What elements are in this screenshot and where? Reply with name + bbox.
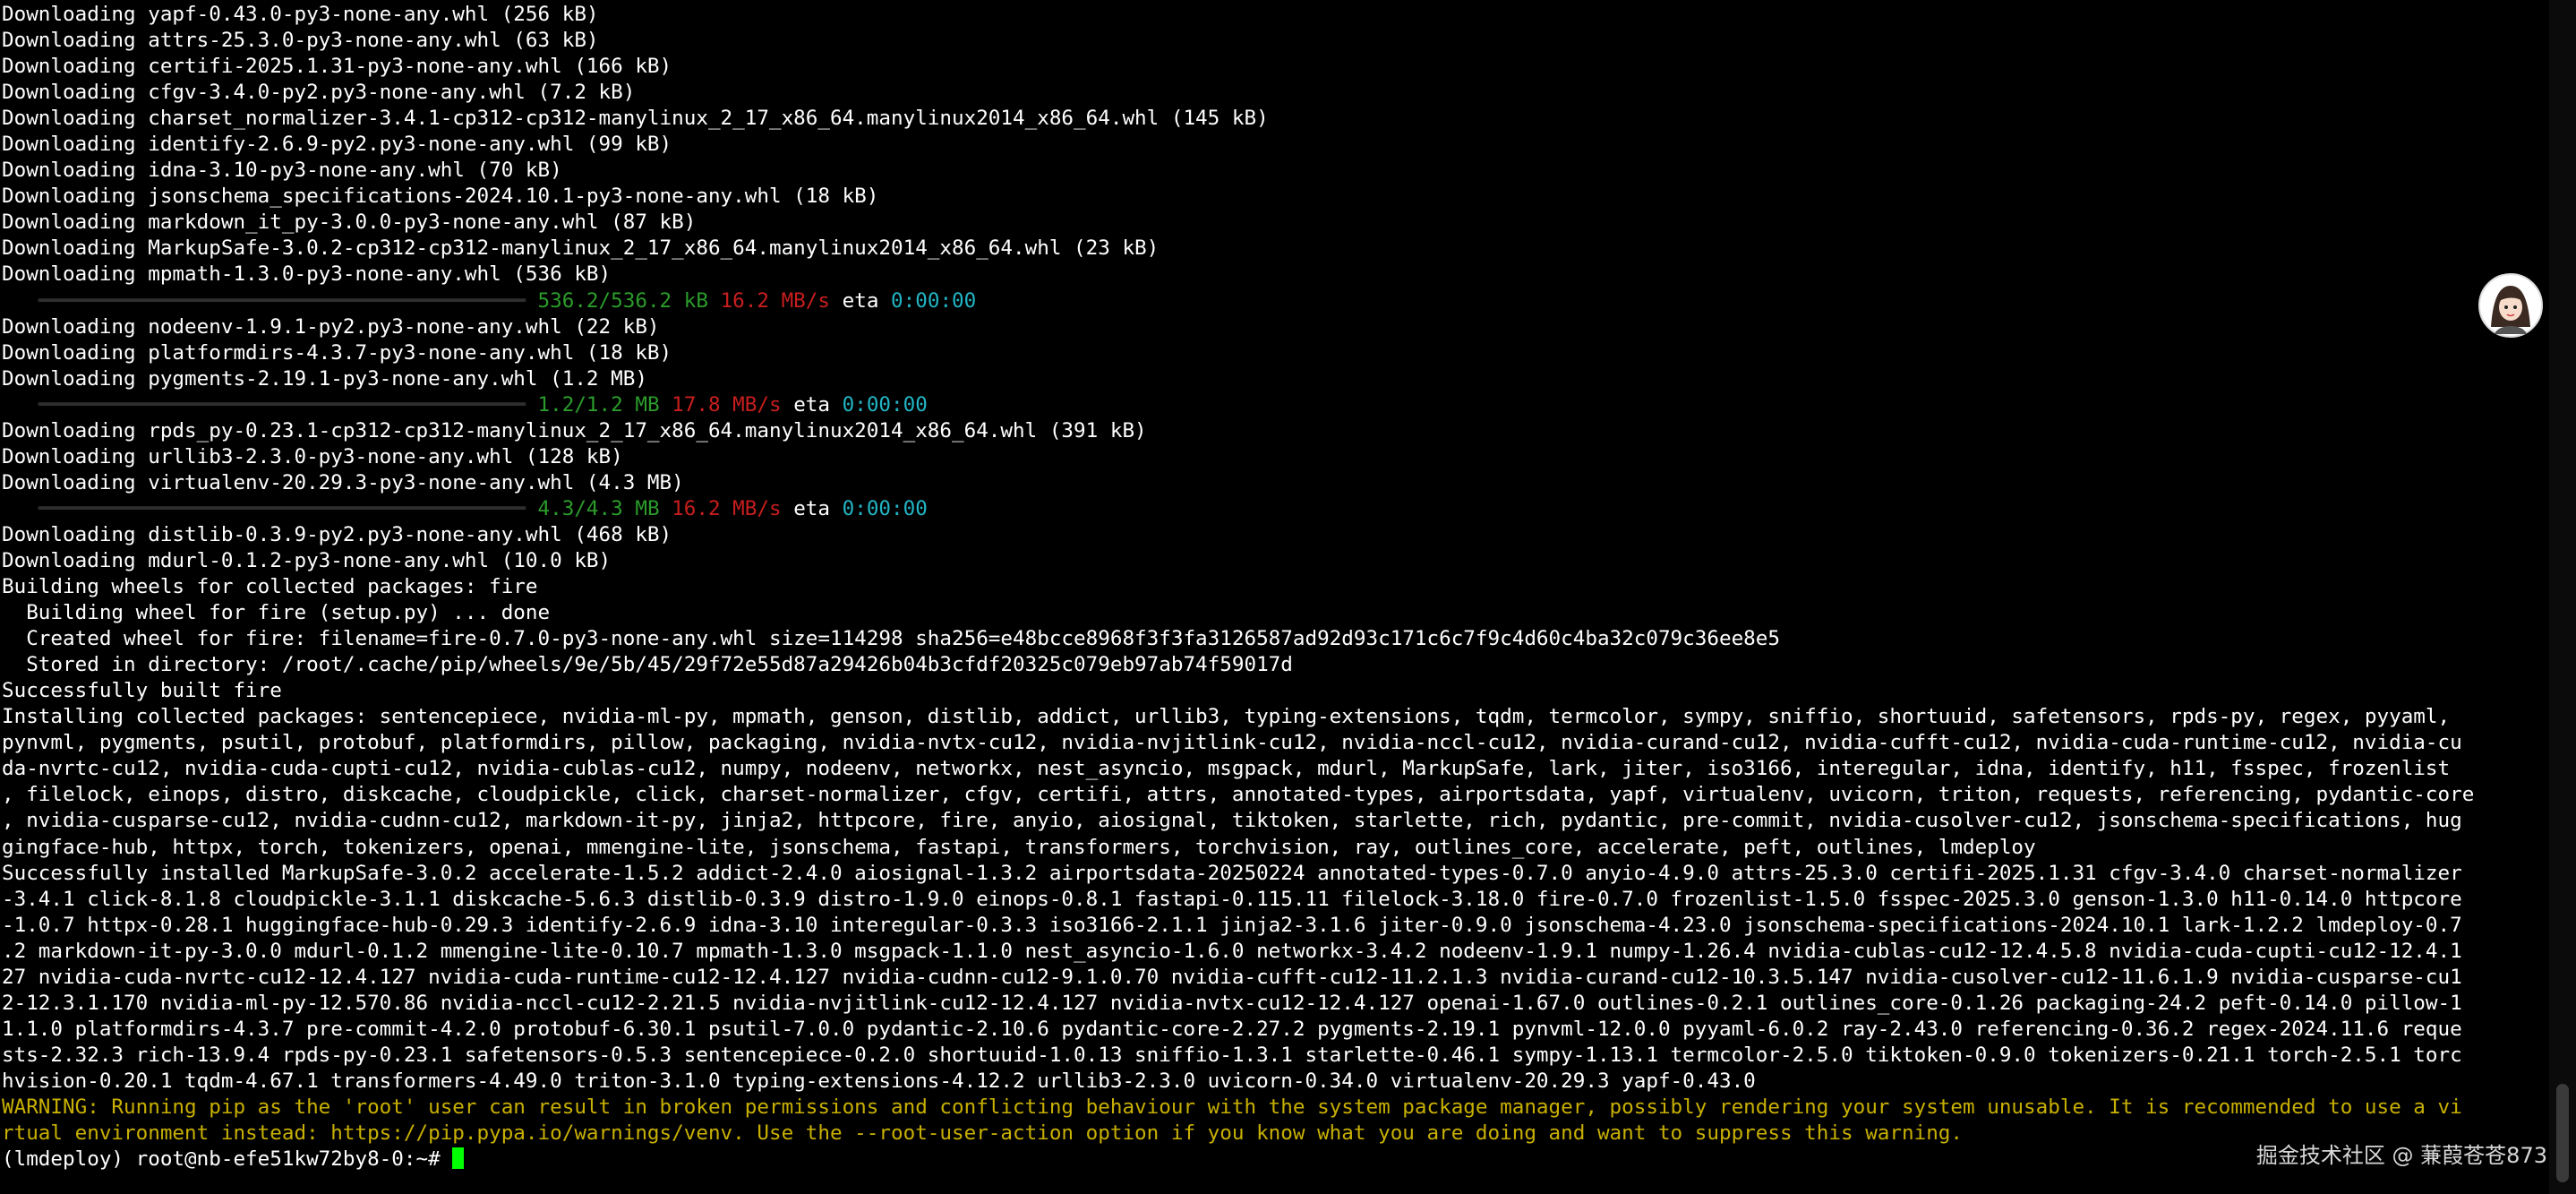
progress-rate: 17.8 MB/s (672, 392, 782, 417)
terminal-line: Downloading charset_normalizer-3.4.1-cp3… (2, 107, 1269, 131)
terminal-line: Downloading idna-3.10-py3-none-any.whl (… (2, 159, 562, 183)
progress-bar: ━━━━━━━━━━━━━━━━━━━━━━━━━━━━━━━━━━━━━━━━ (2, 288, 538, 313)
progress-line: ━━━━━━━━━━━━━━━━━━━━━━━━━━━━━━━━━━━━━━━━… (2, 392, 2545, 418)
terminal-line: Downloading certifi-2025.1.31-py3-none-a… (2, 55, 672, 79)
terminal-line: hvision-0.20.1 tqdm-4.67.1 transformers-… (2, 1069, 1756, 1093)
terminal-output[interactable]: Downloading yapf-0.43.0-py3-none-any.whl… (2, 2, 2545, 1191)
terminal-line: Successfully installed MarkupSafe-3.0.2 … (2, 861, 2462, 885)
progress-line: ━━━━━━━━━━━━━━━━━━━━━━━━━━━━━━━━━━━━━━━━… (2, 496, 2545, 522)
terminal-line: Building wheel for fire (setup.py) ... d… (2, 601, 551, 625)
terminal-line: -3.4.1 click-8.1.8 cloudpickle-3.1.1 dis… (2, 887, 2462, 911)
progress-amount: 4.3/4.3 MB (537, 496, 660, 520)
terminal-line: 1.1.0 platformdirs-4.3.7 pre-commit-4.2.… (2, 1017, 2462, 1041)
terminal-line: Downloading MarkupSafe-3.0.2-cp312-cp312… (2, 236, 1160, 261)
terminal-line: , filelock, einops, distro, diskcache, c… (2, 783, 2475, 807)
terminal-line: Successfully built fire (2, 679, 282, 703)
progress-eta-label: eta (793, 392, 831, 417)
progress-line: ━━━━━━━━━━━━━━━━━━━━━━━━━━━━━━━━━━━━━━━━… (2, 288, 2545, 314)
terminal-line: Downloading attrs-25.3.0-py3-none-any.wh… (2, 29, 599, 53)
terminal-line: Downloading pygments-2.19.1-py3-none-any… (2, 366, 647, 391)
terminal-line: pynvml, pygments, psutil, protobuf, plat… (2, 731, 2462, 755)
terminal-line: Downloading virtualenv-20.29.3-py3-none-… (2, 470, 684, 494)
terminal-line: gingface-hub, httpx, torch, tokenizers, … (2, 835, 2036, 859)
terminal-line: Downloading identify-2.6.9-py2.py3-none-… (2, 133, 672, 157)
terminal-line: Installing collected packages: sentencep… (2, 705, 2451, 729)
shell-prompt: (lmdeploy) root@nb-efe51kw72by8-0:~# (2, 1147, 453, 1172)
terminal-line: -1.0.7 httpx-0.28.1 huggingface-hub-0.29… (2, 913, 2462, 937)
progress-bar: ━━━━━━━━━━━━━━━━━━━━━━━━━━━━━━━━━━━━━━━━ (2, 392, 538, 417)
avatar[interactable] (2478, 273, 2543, 338)
terminal-line: Downloading mpmath-1.3.0-py3-none-any.wh… (2, 262, 612, 287)
terminal-line: Downloading distlib-0.3.9-py2.py3-none-a… (2, 522, 672, 546)
terminal-line: Downloading cfgv-3.4.0-py2.py3-none-any.… (2, 81, 636, 105)
terminal-line: Created wheel for fire: filename=fire-0.… (2, 627, 1780, 651)
avatar-icon (2481, 276, 2540, 335)
scrollbar-thumb[interactable] (2556, 1084, 2569, 1182)
progress-eta-label: eta (842, 288, 879, 313)
terminal-line: , nvidia-cusparse-cu12, nvidia-cudnn-cu1… (2, 809, 2462, 833)
terminal-line: Downloading markdown_it_py-3.0.0-py3-non… (2, 210, 697, 235)
terminal-line: 27 nvidia-cuda-nvrtc-cu12-12.4.127 nvidi… (2, 965, 2462, 989)
terminal-line: da-nvrtc-cu12, nvidia-cuda-cupti-cu12, n… (2, 757, 2451, 781)
terminal-line: Downloading yapf-0.43.0-py3-none-any.whl… (2, 3, 599, 26)
progress-rate: 16.2 MB/s (720, 288, 830, 313)
progress-eta-label: eta (793, 496, 831, 520)
terminal-line: Stored in directory: /root/.cache/pip/wh… (2, 653, 1293, 677)
progress-eta: 0:00:00 (842, 392, 928, 417)
terminal-line: Downloading mdurl-0.1.2-py3-none-any.whl… (2, 548, 612, 572)
watermark: 掘金技术社区 @ 蒹葭苍苍873 (2255, 1143, 2547, 1168)
progress-eta: 0:00:00 (842, 496, 928, 520)
scrollbar[interactable] (2549, 0, 2576, 1194)
terminal-line: Building wheels for collected packages: … (2, 575, 538, 599)
progress-rate: 16.2 MB/s (672, 496, 782, 520)
terminal-line: sts-2.32.3 rich-13.9.4 rpds-py-0.23.1 sa… (2, 1043, 2462, 1067)
text-cursor[interactable] (452, 1147, 465, 1170)
terminal-line: Downloading platformdirs-4.3.7-py3-none-… (2, 340, 672, 365)
terminal-line: Downloading nodeenv-1.9.1-py2.py3-none-a… (2, 314, 660, 339)
terminal-line: .2 markdown-it-py-3.0.0 mdurl-0.1.2 mmen… (2, 939, 2462, 963)
progress-amount: 1.2/1.2 MB (537, 392, 660, 417)
warning-line: WARNING: Running pip as the 'root' user … (2, 1095, 2462, 1119)
progress-eta: 0:00:00 (891, 288, 977, 313)
warning-line: rtual environment instead: https://pip.p… (2, 1121, 1964, 1146)
progress-bar: ━━━━━━━━━━━━━━━━━━━━━━━━━━━━━━━━━━━━━━━━ (2, 496, 538, 520)
progress-amount: 536.2/536.2 kB (537, 288, 708, 313)
terminal-line: 2-12.3.1.170 nvidia-ml-py-12.570.86 nvid… (2, 991, 2462, 1015)
prompt-line: (lmdeploy) root@nb-efe51kw72by8-0:~# (2, 1147, 2545, 1173)
terminal-line: Downloading urllib3-2.3.0-py3-none-any.w… (2, 444, 623, 468)
terminal-line: Downloading jsonschema_specifications-20… (2, 185, 879, 209)
terminal-line: Downloading rpds_py-0.23.1-cp312-cp312-m… (2, 418, 1147, 442)
